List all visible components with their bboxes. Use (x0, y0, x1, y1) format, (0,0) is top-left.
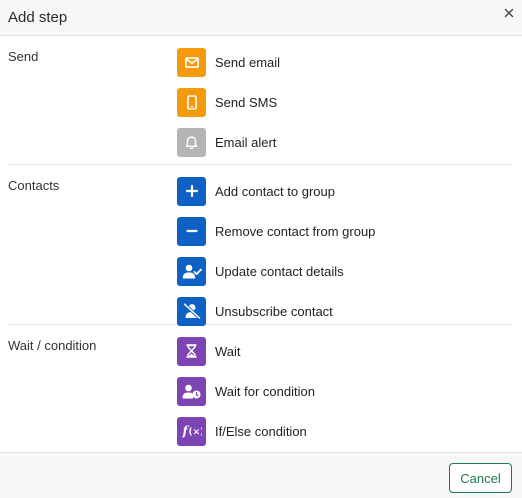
dialog-body: Send Send email Send SMS Email alert Con… (0, 36, 522, 452)
step-list: Wait Wait for condition f (× If/Else con… (177, 325, 512, 451)
step-label: Wait (215, 343, 241, 359)
step-label: Send email (215, 54, 281, 70)
user-off-icon (182, 303, 201, 319)
section-label: Send (8, 49, 39, 64)
user-check-icon-tile (177, 256, 206, 286)
bell-icon-tile (177, 127, 206, 157)
section-send: Send Send email Send SMS Email alert (8, 36, 512, 165)
plus-icon (185, 185, 198, 197)
step-list: Add contact to group Remove contact from… (177, 165, 512, 331)
section-label: Wait / condition (8, 338, 97, 353)
step-label: Unsubscribe contact (215, 303, 333, 319)
hourglass-icon (186, 344, 197, 358)
step-label: If/Else condition (215, 423, 307, 439)
dialog-footer: Cancel (0, 452, 522, 498)
envelope-icon (184, 56, 199, 68)
step-wait[interactable]: Wait (177, 331, 512, 371)
step-list: Send email Send SMS Email alert (177, 36, 512, 162)
step-update-contact-details[interactable]: Update contact details (177, 251, 512, 291)
step-remove-contact-from-group[interactable]: Remove contact from group (177, 211, 512, 251)
section-wait-condition: Wait / condition Wait Wait for condition… (8, 325, 512, 452)
step-label: Add contact to group (215, 183, 335, 199)
minus-icon-tile (177, 216, 206, 246)
dialog-header: Add step (0, 0, 522, 36)
section-label: Contacts (8, 178, 60, 193)
function-icon: f (×) (182, 424, 202, 438)
minus-icon (185, 229, 198, 233)
step-label: Remove contact from group (215, 223, 376, 239)
phone-icon-tile (177, 87, 206, 117)
user-clock-icon-tile (177, 376, 206, 406)
step-label: Update contact details (215, 263, 344, 279)
close-icon (504, 8, 514, 18)
phone-icon (186, 94, 197, 110)
close-button[interactable] (500, 4, 518, 22)
step-if-else-condition[interactable]: f (×) If/Else condition (177, 411, 512, 451)
step-add-contact-to-group[interactable]: Add contact to group (177, 171, 512, 211)
add-step-dialog: Add step Send Send email Send SMS Email … (0, 0, 522, 498)
user-clock-icon (182, 384, 201, 398)
cancel-button[interactable]: Cancel (449, 463, 512, 493)
step-email-alert[interactable]: Email alert (177, 122, 512, 162)
user-check-icon (182, 264, 202, 278)
step-wait-for-condition[interactable]: Wait for condition (177, 371, 512, 411)
step-send-email[interactable]: Send email (177, 42, 512, 82)
step-label: Email alert (215, 134, 277, 150)
bell-icon (185, 136, 198, 149)
step-label: Send SMS (215, 94, 278, 110)
dialog-title: Add step (8, 9, 68, 26)
user-off-icon-tile (177, 296, 206, 326)
envelope-icon-tile (177, 47, 206, 77)
step-send-sms[interactable]: Send SMS (177, 82, 512, 122)
hourglass-icon-tile (177, 336, 206, 366)
svg-text:(×): (×) (188, 428, 202, 438)
section-contacts: Contacts Add contact to group Remove con… (8, 165, 512, 326)
step-label: Wait for condition (215, 383, 315, 399)
function-icon-tile: f (×) (177, 416, 206, 446)
plus-icon-tile (177, 176, 206, 206)
